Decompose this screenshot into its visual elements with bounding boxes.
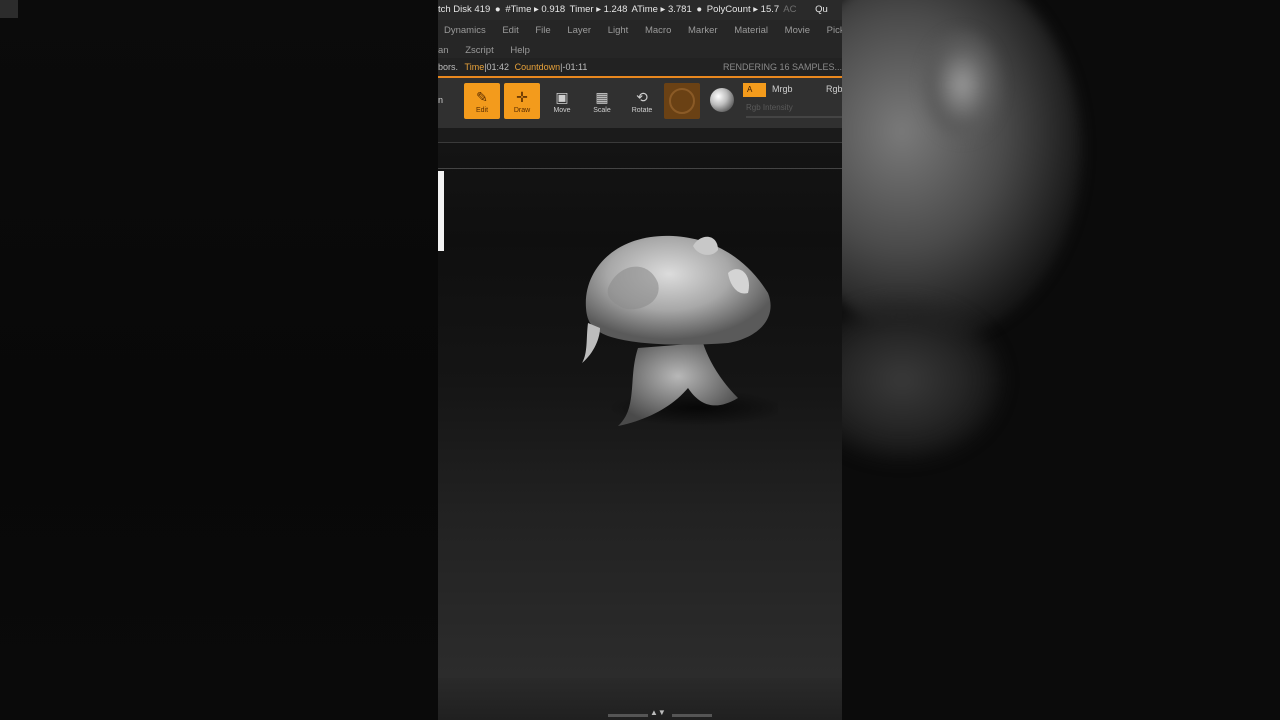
status-timer: Timer ▸ 1.248 (569, 4, 628, 15)
edit-button[interactable]: ✎ Edit (464, 83, 500, 119)
rotate-icon: ⟲ (636, 89, 648, 105)
note-bar: bors. Time|01:42 Countdown|-01:11 RENDER… (438, 58, 842, 78)
scale-icon: ▦ (595, 89, 609, 105)
menu-macro[interactable]: Macro (645, 25, 671, 36)
status-ac: AC (783, 4, 797, 15)
canvas-viewport[interactable] (438, 142, 842, 679)
toolbar: n ✎ Edit ✛ Draw ▣ Move ▦ Scale ⟲ Rotate … (438, 78, 842, 128)
menu-movie[interactable]: Movie (785, 25, 810, 36)
blurred-highlight (922, 30, 1002, 140)
menu-pick[interactable]: Pick (827, 25, 842, 36)
status-atime: ATime ▸ 3.781 (631, 4, 692, 15)
right-blurred-backdrop (842, 0, 1280, 720)
menu-layer[interactable]: Layer (567, 25, 591, 36)
status-disk: tch Disk 419 (438, 4, 491, 15)
rgb-intensity-slider[interactable] (746, 116, 842, 118)
corner-square (0, 0, 18, 18)
countdown-label: Countdown (514, 62, 561, 72)
mrgb-button[interactable]: Mrgb (772, 84, 793, 94)
menu-bar: Dynamics Edit File Layer Light Macro Mar… (438, 20, 842, 58)
countdown-value: |-01:11 (560, 62, 588, 72)
menu-dynamics[interactable]: Dynamics (444, 25, 486, 36)
status-bar: tch Disk 419 ● #Time ▸ 0.918 Timer ▸ 1.2… (438, 0, 842, 20)
rgb-button[interactable]: Rgb (826, 84, 842, 94)
rendering-status: RENDERING 16 SAMPLES... (722, 62, 842, 72)
scale-button[interactable]: ▦ Scale (584, 83, 620, 119)
edit-icon: ✎ (476, 89, 488, 105)
side-marker (438, 171, 444, 251)
toolbar-nav-partial[interactable]: n (438, 95, 443, 105)
status-time: #Time ▸ 0.918 (505, 4, 566, 15)
shelf-handle-right[interactable] (672, 714, 712, 717)
menu-marker[interactable]: Marker (688, 25, 718, 36)
time-label: Time (464, 62, 485, 72)
nav-arrows-icon[interactable]: ▲▼ (650, 708, 666, 717)
brush-icon (669, 88, 695, 114)
draw-button[interactable]: ✛ Draw (504, 83, 540, 119)
menu-material[interactable]: Material (734, 25, 768, 36)
draw-icon: ✛ (516, 89, 528, 105)
menu-help[interactable]: Help (510, 45, 530, 56)
status-qu: Qu (815, 4, 828, 15)
menu-edit[interactable]: Edit (502, 25, 518, 36)
brush-button[interactable] (664, 83, 700, 119)
move-icon: ▣ (555, 89, 569, 105)
menu-zscript[interactable]: Zscript (465, 45, 494, 56)
sculpt-model (582, 235, 778, 426)
time-value: |01:42 (484, 62, 510, 72)
status-polycount: PolyCount ▸ 15.7 (706, 4, 780, 15)
rotate-button[interactable]: ⟲ Rotate (624, 83, 660, 119)
a-button[interactable]: A (743, 83, 766, 97)
left-blurred-backdrop (0, 0, 438, 720)
rgb-intensity-label: Rgb Intensity (746, 103, 793, 112)
bottom-shelf: ▲▼ (438, 678, 842, 720)
material-sphere-icon[interactable] (710, 88, 734, 112)
menu-file[interactable]: File (535, 25, 550, 36)
toolbar-spacer (438, 128, 842, 142)
viewport-border (438, 168, 842, 169)
note-left: bors. (438, 62, 459, 72)
app-window: tch Disk 419 ● #Time ▸ 0.918 Timer ▸ 1.2… (438, 0, 842, 720)
menu-light[interactable]: Light (608, 25, 629, 36)
menu-partial[interactable]: an (438, 45, 449, 56)
move-button[interactable]: ▣ Move (544, 83, 580, 119)
shelf-handle-left[interactable] (608, 714, 648, 717)
